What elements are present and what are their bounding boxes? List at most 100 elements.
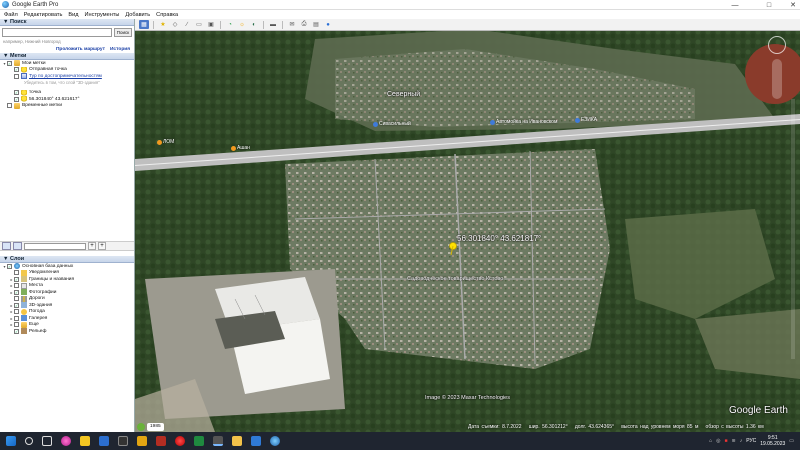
satellite-image (135, 19, 800, 432)
checkbox[interactable] (14, 315, 19, 321)
language-indicator[interactable]: РУС (746, 438, 756, 444)
volume-icon[interactable]: ♪ (740, 438, 743, 444)
app-icon[interactable] (156, 436, 166, 446)
map-view[interactable]: Северный 56.301840° 43.621817° Садоводче… (135, 19, 800, 432)
sunlight-icon[interactable]: ☼ (237, 20, 247, 29)
tree-item-temporary[interactable]: Временные метки (0, 102, 134, 110)
placemark-label[interactable]: 56.301840° 43.621817° (457, 234, 541, 243)
historical-imagery-icon[interactable]: ◔ (225, 20, 235, 29)
clock[interactable]: 9:51 19.05.2023 (760, 435, 785, 447)
task-view-icon[interactable] (42, 436, 52, 446)
add-placemark-icon[interactable]: ★ (158, 20, 168, 29)
google-maps-icon[interactable]: ● (323, 20, 333, 29)
photo-icon (21, 289, 27, 296)
checkbox[interactable]: ✓ (14, 67, 19, 73)
checkbox[interactable] (14, 322, 19, 328)
vertical-scroll[interactable] (791, 99, 795, 359)
poi-label[interactable]: ЕЗИКА (575, 117, 597, 123)
layers-panel-header[interactable]: ▼ Слои (0, 256, 134, 263)
menu-edit[interactable]: Редактировать (24, 12, 63, 18)
checkbox[interactable]: ✓ (14, 328, 19, 334)
maximize-button[interactable]: □ (756, 0, 782, 10)
record-tour-icon[interactable]: ▣ (206, 20, 216, 29)
sidebar: ▼ Поиск Поиск например, Нижний Новгород … (0, 19, 135, 432)
search-button[interactable]: Поиск (114, 28, 132, 37)
start-icon[interactable] (6, 436, 16, 446)
history-year: 1985 (147, 423, 164, 431)
google-earth-app-icon[interactable] (270, 436, 280, 446)
poi-icon (575, 117, 580, 123)
app-icon[interactable] (194, 436, 204, 446)
zoom-slider[interactable] (772, 59, 782, 99)
antivirus-icon[interactable]: ■ (724, 438, 727, 444)
checkbox[interactable] (14, 296, 19, 302)
opera-icon[interactable] (175, 436, 185, 446)
menu-add[interactable]: Добавить (125, 12, 150, 18)
checkbox[interactable]: ✓ (14, 289, 19, 295)
sidebar-toggle-icon[interactable]: ▦ (139, 20, 149, 29)
add-polygon-icon[interactable]: ◇ (170, 20, 180, 29)
wifi-icon[interactable]: ≋ (732, 438, 736, 444)
email-icon[interactable]: ✉ (287, 20, 297, 29)
tree-item-tour[interactable]: Тур по достопримечательностям (0, 73, 134, 80)
checkbox[interactable] (7, 103, 12, 109)
imagery-copyright: Image © 2023 Maxar Technologies (425, 395, 510, 401)
app-icon[interactable] (251, 436, 261, 446)
checkbox[interactable]: ✓ (14, 302, 19, 308)
menu-help[interactable]: Справка (156, 12, 178, 18)
menu-file[interactable]: Файл (4, 12, 18, 18)
google-earth-task-icon[interactable] (213, 436, 223, 446)
poi-label[interactable]: Автомойка на Ивановском (490, 119, 557, 125)
checkbox[interactable] (14, 309, 19, 315)
notifications-icon[interactable]: ▭ (789, 438, 794, 444)
checkbox[interactable]: ✓ (14, 96, 19, 102)
title-bar: Google Earth Pro (0, 0, 800, 10)
ruler-icon[interactable]: ▬ (268, 20, 278, 29)
poi-label[interactable]: Сивасильный (373, 121, 411, 127)
globe-icon (14, 263, 20, 270)
history-link[interactable]: История (110, 47, 130, 52)
search-panel-header[interactable]: ▼ Поиск (0, 19, 134, 26)
search-icon[interactable] (25, 437, 33, 445)
places-panel-header[interactable]: ▼ Метки (0, 53, 134, 60)
app-icon[interactable] (99, 436, 109, 446)
folder-icon (14, 60, 20, 67)
checkbox[interactable]: ✓ (14, 276, 19, 282)
search-places-icon[interactable] (2, 242, 11, 250)
add-path-icon[interactable]: ∕ (182, 20, 192, 29)
road-icon (21, 295, 27, 302)
network-icon[interactable]: ⌂ (709, 438, 712, 444)
checkbox[interactable]: ✓ (7, 263, 12, 269)
image-overlay-icon[interactable]: ▭ (194, 20, 204, 29)
historical-imagery-icon[interactable] (137, 423, 145, 431)
checkbox[interactable]: ✓ (7, 60, 12, 66)
add-folder-icon[interactable]: + (98, 242, 106, 250)
search-input[interactable] (2, 28, 112, 37)
menu-tools[interactable]: Инструменты (85, 12, 120, 18)
compass-icon[interactable] (768, 36, 786, 54)
app-icon[interactable] (137, 436, 147, 446)
checkbox[interactable] (14, 73, 19, 79)
app-icon[interactable] (61, 436, 71, 446)
app-tray-icon[interactable]: ◎ (716, 438, 720, 444)
file-explorer-icon[interactable] (80, 436, 90, 446)
print-icon[interactable]: ⎙ (299, 20, 309, 29)
menu-view[interactable]: Вид (68, 12, 78, 18)
close-button[interactable]: ✕ (780, 0, 800, 10)
poi-label[interactable]: ЛОМ (157, 139, 174, 145)
layer-terrain[interactable]: ✓ Рельеф (0, 328, 134, 335)
checkbox[interactable] (14, 283, 19, 289)
checkbox[interactable]: ✓ (14, 90, 19, 96)
route-link[interactable]: Проложить маршрут (56, 47, 105, 52)
checkbox[interactable] (14, 270, 19, 276)
save-image-icon[interactable]: ▤ (311, 20, 321, 29)
poi-label[interactable]: Ашан (231, 145, 250, 151)
planets-icon[interactable]: ◐ (249, 20, 259, 29)
places-filter-input[interactable] (24, 242, 86, 250)
app-icon[interactable] (118, 436, 128, 446)
google-earth-logo: Google Earth (729, 405, 788, 416)
panel-toggle-icon[interactable] (13, 242, 22, 250)
add-icon[interactable]: + (88, 242, 96, 250)
app-icon[interactable] (232, 436, 242, 446)
minimize-button[interactable]: — (722, 0, 748, 10)
